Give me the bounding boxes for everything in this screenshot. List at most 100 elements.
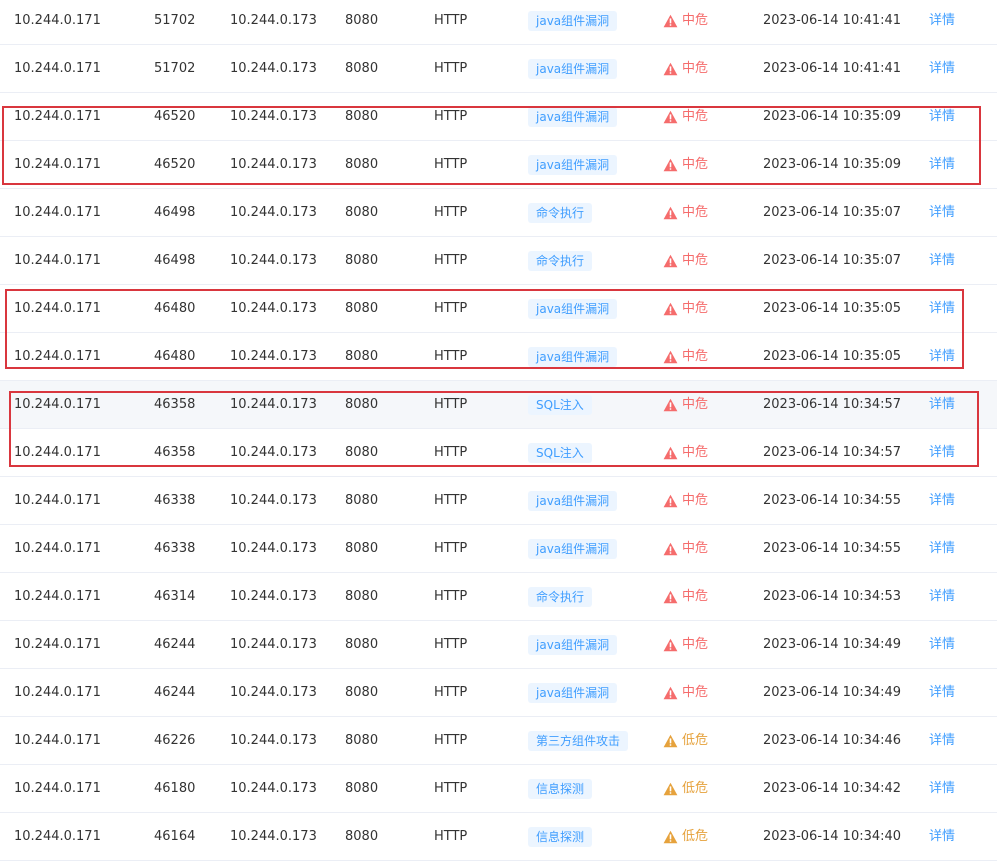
risk-level-cell: 中危: [663, 333, 708, 380]
warning-icon: [663, 350, 678, 364]
source-port: 46314: [154, 589, 196, 604]
details-link[interactable]: 详情: [929, 381, 955, 428]
protocol: HTTP: [434, 301, 468, 316]
risk-level-label: 低危: [682, 780, 709, 796]
table-row[interactable]: 10.244.0.171 46314 10.244.0.173 8080 HTTP 命令执…: [0, 573, 997, 621]
warning-icon: [663, 782, 678, 796]
attack-type-tag: java组件漏洞: [528, 346, 618, 367]
protocol: HTTP: [434, 349, 468, 364]
table-row[interactable]: 10.244.0.171 46244 10.244.0.173 8080 HTTP jav…: [0, 669, 997, 717]
protocol: HTTP: [434, 397, 468, 412]
details-link[interactable]: 详情: [929, 429, 955, 476]
source-ip: 10.244.0.171: [14, 61, 101, 76]
attack-type-cell: java组件漏洞: [528, 477, 618, 524]
warning-icon: [663, 398, 678, 412]
detected-time: 2023-06-14 10:34:49: [763, 637, 902, 652]
details-link[interactable]: 详情: [929, 0, 955, 44]
source-ip: 10.244.0.171: [14, 205, 101, 220]
table-row[interactable]: 10.244.0.171 46480 10.244.0.173 8080 HTTP jav…: [0, 333, 997, 381]
attack-type-tag: java组件漏洞: [528, 10, 618, 31]
destination-port: 8080: [345, 733, 379, 748]
source-port: 46520: [154, 157, 196, 172]
risk-level-cell: 中危: [663, 0, 708, 44]
detected-time: 2023-06-14 10:34:57: [763, 445, 902, 460]
detected-time: 2023-06-14 10:34:49: [763, 685, 902, 700]
details-link[interactable]: 详情: [929, 93, 955, 140]
table-row[interactable]: 10.244.0.171 51702 10.244.0.173 8080 HTTP jav…: [0, 0, 997, 45]
details-link[interactable]: 详情: [929, 813, 955, 860]
details-link[interactable]: 详情: [929, 477, 955, 524]
risk-level-label: 低危: [682, 732, 709, 748]
destination-ip: 10.244.0.173: [230, 349, 317, 364]
warning-icon: [663, 206, 678, 220]
protocol: HTTP: [434, 445, 468, 460]
table-row[interactable]: 10.244.0.171 46358 10.244.0.173 8080 HTTP SQL…: [0, 429, 997, 477]
risk-level-label: 中危: [682, 492, 709, 508]
details-link[interactable]: 详情: [929, 141, 955, 188]
source-ip: 10.244.0.171: [14, 781, 101, 796]
attack-type-cell: java组件漏洞: [528, 0, 618, 44]
table-row[interactable]: 10.244.0.171 46520 10.244.0.173 8080 HTTP jav…: [0, 141, 997, 189]
detected-time: 2023-06-14 10:34:42: [763, 781, 902, 796]
risk-level-cell: 低危: [663, 765, 708, 812]
warning-icon: [663, 638, 678, 652]
destination-ip: 10.244.0.173: [230, 493, 317, 508]
attack-type-cell: SQL注入: [528, 429, 592, 476]
risk-level-cell: 中危: [663, 93, 708, 140]
source-ip: 10.244.0.171: [14, 829, 101, 844]
details-link[interactable]: 详情: [929, 285, 955, 332]
table-row[interactable]: 10.244.0.171 46226 10.244.0.173 8080 HTTP 第三方…: [0, 717, 997, 765]
details-link[interactable]: 详情: [929, 237, 955, 284]
destination-port: 8080: [345, 829, 379, 844]
risk-level-badge: 低危: [663, 827, 708, 847]
attack-type-cell: java组件漏洞: [528, 669, 618, 716]
table-row[interactable]: 10.244.0.171 46164 10.244.0.173 8080 HTTP 信息探…: [0, 813, 997, 861]
risk-level-cell: 中危: [663, 141, 708, 188]
destination-port: 8080: [345, 301, 379, 316]
protocol: HTTP: [434, 685, 468, 700]
destination-ip: 10.244.0.173: [230, 109, 317, 124]
details-link[interactable]: 详情: [929, 525, 955, 572]
warning-icon: [663, 734, 678, 748]
destination-ip: 10.244.0.173: [230, 781, 317, 796]
table-row[interactable]: 10.244.0.171 46180 10.244.0.173 8080 HTTP 信息探…: [0, 765, 997, 813]
warning-icon: [663, 542, 678, 556]
risk-level-badge: 中危: [663, 155, 708, 175]
details-link[interactable]: 详情: [929, 717, 955, 764]
table-row[interactable]: 10.244.0.171 46358 10.244.0.173 8080 HTTP SQL…: [0, 381, 997, 429]
details-link[interactable]: 详情: [929, 189, 955, 236]
risk-level-badge: 中危: [663, 683, 708, 703]
protocol: HTTP: [434, 157, 468, 172]
details-link[interactable]: 详情: [929, 573, 955, 620]
source-ip: 10.244.0.171: [14, 397, 101, 412]
table-row[interactable]: 10.244.0.171 51702 10.244.0.173 8080 HTTP jav…: [0, 45, 997, 93]
risk-level-badge: 中危: [663, 59, 708, 79]
destination-port: 8080: [345, 205, 379, 220]
source-port: 46164: [154, 829, 196, 844]
attack-type-cell: java组件漏洞: [528, 141, 618, 188]
details-link[interactable]: 详情: [929, 669, 955, 716]
risk-level-cell: 中危: [663, 45, 708, 92]
detected-time: 2023-06-14 10:35:05: [763, 349, 902, 364]
source-port: 46180: [154, 781, 196, 796]
warning-icon: [663, 590, 678, 604]
table-row[interactable]: 10.244.0.171 46338 10.244.0.173 8080 HTTP jav…: [0, 525, 997, 573]
risk-level-badge: 中危: [663, 107, 708, 127]
table-row[interactable]: 10.244.0.171 46498 10.244.0.173 8080 HTTP 命令执…: [0, 237, 997, 285]
details-link[interactable]: 详情: [929, 333, 955, 380]
attack-type-tag: 命令执行: [528, 202, 593, 223]
risk-level-badge: 中危: [663, 203, 708, 223]
table-row[interactable]: 10.244.0.171 46244 10.244.0.173 8080 HTTP jav…: [0, 621, 997, 669]
source-port: 46244: [154, 637, 196, 652]
protocol: HTTP: [434, 781, 468, 796]
details-link[interactable]: 详情: [929, 765, 955, 812]
attack-type-cell: java组件漏洞: [528, 525, 618, 572]
table-row[interactable]: 10.244.0.171 46498 10.244.0.173 8080 HTTP 命令执…: [0, 189, 997, 237]
details-link[interactable]: 详情: [929, 621, 955, 668]
source-port: 46480: [154, 301, 196, 316]
table-row[interactable]: 10.244.0.171 46480 10.244.0.173 8080 HTTP jav…: [0, 285, 997, 333]
attack-type-cell: 信息探测: [528, 813, 593, 860]
table-row[interactable]: 10.244.0.171 46338 10.244.0.173 8080 HTTP jav…: [0, 477, 997, 525]
table-row[interactable]: 10.244.0.171 46520 10.244.0.173 8080 HTTP jav…: [0, 93, 997, 141]
details-link[interactable]: 详情: [929, 45, 955, 92]
